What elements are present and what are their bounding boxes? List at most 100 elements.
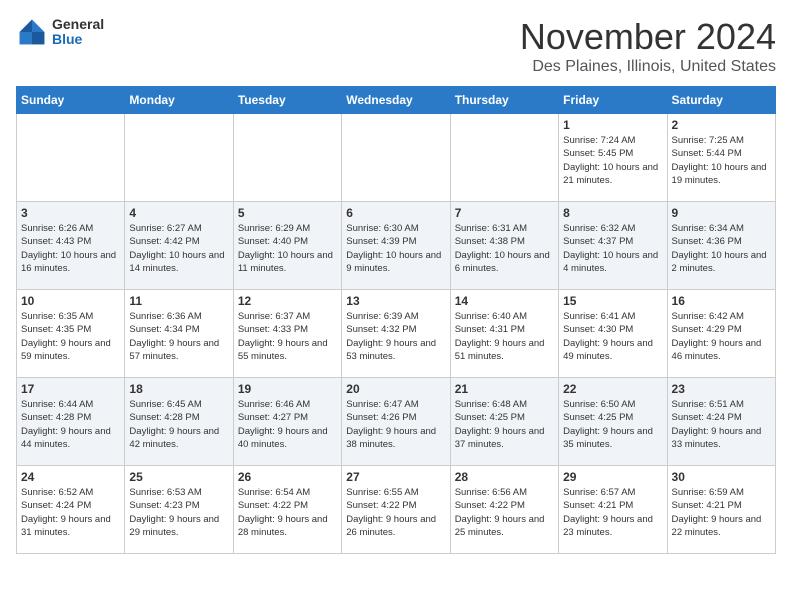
day-info: Sunrise: 6:26 AMSunset: 4:43 PMDaylight:… (21, 222, 120, 275)
calendar-cell: 29 Sunrise: 6:57 AMSunset: 4:21 PMDayligh… (559, 466, 667, 554)
calendar-cell: 16 Sunrise: 6:42 AMSunset: 4:29 PMDayligh… (667, 290, 775, 378)
calendar-cell: 11 Sunrise: 6:36 AMSunset: 4:34 PMDayligh… (125, 290, 233, 378)
logo-icon (16, 16, 48, 48)
day-info: Sunrise: 7:25 AMSunset: 5:44 PMDaylight:… (672, 134, 771, 187)
day-info: Sunrise: 6:53 AMSunset: 4:23 PMDaylight:… (129, 486, 228, 539)
day-number: 13 (346, 294, 445, 308)
day-number: 15 (563, 294, 662, 308)
calendar-cell: 4 Sunrise: 6:27 AMSunset: 4:42 PMDaylight… (125, 202, 233, 290)
calendar-cell (233, 114, 341, 202)
day-info: Sunrise: 6:50 AMSunset: 4:25 PMDaylight:… (563, 398, 662, 451)
day-info: Sunrise: 6:37 AMSunset: 4:33 PMDaylight:… (238, 310, 337, 363)
day-info: Sunrise: 6:40 AMSunset: 4:31 PMDaylight:… (455, 310, 554, 363)
col-header-tuesday: Tuesday (233, 87, 341, 114)
day-info: Sunrise: 6:31 AMSunset: 4:38 PMDaylight:… (455, 222, 554, 275)
day-number: 11 (129, 294, 228, 308)
logo-blue-text: Blue (52, 32, 104, 47)
day-number: 17 (21, 382, 120, 396)
day-number: 9 (672, 206, 771, 220)
day-info: Sunrise: 6:46 AMSunset: 4:27 PMDaylight:… (238, 398, 337, 451)
day-info: Sunrise: 6:57 AMSunset: 4:21 PMDaylight:… (563, 486, 662, 539)
calendar-week-0: 1Sunrise: 7:24 AMSunset: 5:45 PMDaylight… (17, 114, 776, 202)
calendar-cell: 23 Sunrise: 6:51 AMSunset: 4:24 PMDayligh… (667, 378, 775, 466)
day-number: 16 (672, 294, 771, 308)
calendar-cell: 13 Sunrise: 6:39 AMSunset: 4:32 PMDayligh… (342, 290, 450, 378)
col-header-saturday: Saturday (667, 87, 775, 114)
day-number: 29 (563, 470, 662, 484)
calendar-cell: 3 Sunrise: 6:26 AMSunset: 4:43 PMDaylight… (17, 202, 125, 290)
calendar-cell: 30Sunrise: 6:59 AMSunset: 4:21 PMDayligh… (667, 466, 775, 554)
day-number: 19 (238, 382, 337, 396)
calendar-cell: 24 Sunrise: 6:52 AMSunset: 4:24 PMDayligh… (17, 466, 125, 554)
day-info: Sunrise: 6:45 AMSunset: 4:28 PMDaylight:… (129, 398, 228, 451)
day-info: Sunrise: 6:27 AMSunset: 4:42 PMDaylight:… (129, 222, 228, 275)
calendar-cell: 26 Sunrise: 6:54 AMSunset: 4:22 PMDayligh… (233, 466, 341, 554)
day-number: 2 (672, 118, 771, 132)
day-number: 28 (455, 470, 554, 484)
day-number: 12 (238, 294, 337, 308)
calendar-cell: 22Sunrise: 6:50 AMSunset: 4:25 PMDayligh… (559, 378, 667, 466)
day-number: 27 (346, 470, 445, 484)
day-number: 10 (21, 294, 120, 308)
day-info: Sunrise: 6:52 AMSunset: 4:24 PMDaylight:… (21, 486, 120, 539)
day-number: 8 (563, 206, 662, 220)
day-number: 18 (129, 382, 228, 396)
calendar-cell: 6Sunrise: 6:30 AMSunset: 4:39 PMDaylight… (342, 202, 450, 290)
calendar-header-row: SundayMondayTuesdayWednesdayThursdayFrid… (17, 87, 776, 114)
day-number: 3 (21, 206, 120, 220)
day-info: Sunrise: 6:47 AMSunset: 4:26 PMDaylight:… (346, 398, 445, 451)
day-info: Sunrise: 7:24 AMSunset: 5:45 PMDaylight:… (563, 134, 662, 187)
calendar-cell: 25 Sunrise: 6:53 AMSunset: 4:23 PMDayligh… (125, 466, 233, 554)
day-number: 30 (672, 470, 771, 484)
calendar-cell: 5Sunrise: 6:29 AMSunset: 4:40 PMDaylight… (233, 202, 341, 290)
day-info: Sunrise: 6:42 AMSunset: 4:29 PMDaylight:… (672, 310, 771, 363)
col-header-wednesday: Wednesday (342, 87, 450, 114)
calendar-cell: 9 Sunrise: 6:34 AMSunset: 4:36 PMDaylight… (667, 202, 775, 290)
calendar-cell (342, 114, 450, 202)
day-info: Sunrise: 6:39 AMSunset: 4:32 PMDaylight:… (346, 310, 445, 363)
calendar-week-1: 3 Sunrise: 6:26 AMSunset: 4:43 PMDaylight… (17, 202, 776, 290)
day-number: 25 (129, 470, 228, 484)
day-info: Sunrise: 6:34 AMSunset: 4:36 PMDaylight:… (672, 222, 771, 275)
day-number: 20 (346, 382, 445, 396)
page-header: General Blue November 2024 Des Plaines, … (16, 16, 776, 76)
day-info: Sunrise: 6:41 AMSunset: 4:30 PMDaylight:… (563, 310, 662, 363)
day-info: Sunrise: 6:55 AMSunset: 4:22 PMDaylight:… (346, 486, 445, 539)
calendar-cell: 15 Sunrise: 6:41 AMSunset: 4:30 PMDayligh… (559, 290, 667, 378)
calendar-cell (17, 114, 125, 202)
calendar-cell: 8 Sunrise: 6:32 AMSunset: 4:37 PMDaylight… (559, 202, 667, 290)
calendar-cell: 10 Sunrise: 6:35 AMSunset: 4:35 PMDayligh… (17, 290, 125, 378)
day-info: Sunrise: 6:32 AMSunset: 4:37 PMDaylight:… (563, 222, 662, 275)
day-number: 24 (21, 470, 120, 484)
calendar-cell: 14 Sunrise: 6:40 AMSunset: 4:31 PMDayligh… (450, 290, 558, 378)
day-info: Sunrise: 6:36 AMSunset: 4:34 PMDaylight:… (129, 310, 228, 363)
day-info: Sunrise: 6:51 AMSunset: 4:24 PMDaylight:… (672, 398, 771, 451)
day-number: 7 (455, 206, 554, 220)
calendar-cell: 2 Sunrise: 7:25 AMSunset: 5:44 PMDaylight… (667, 114, 775, 202)
calendar-cell (450, 114, 558, 202)
col-header-sunday: Sunday (17, 87, 125, 114)
day-info: Sunrise: 6:35 AMSunset: 4:35 PMDaylight:… (21, 310, 120, 363)
calendar-cell: 12 Sunrise: 6:37 AMSunset: 4:33 PMDayligh… (233, 290, 341, 378)
calendar-cell: 28Sunrise: 6:56 AMSunset: 4:22 PMDayligh… (450, 466, 558, 554)
day-info: Sunrise: 6:54 AMSunset: 4:22 PMDaylight:… (238, 486, 337, 539)
title-block: November 2024 Des Plaines, Illinois, Uni… (520, 16, 776, 76)
calendar-week-2: 10 Sunrise: 6:35 AMSunset: 4:35 PMDayligh… (17, 290, 776, 378)
calendar-cell: 20 Sunrise: 6:47 AMSunset: 4:26 PMDayligh… (342, 378, 450, 466)
day-info: Sunrise: 6:44 AMSunset: 4:28 PMDaylight:… (21, 398, 120, 451)
calendar-cell: 7 Sunrise: 6:31 AMSunset: 4:38 PMDaylight… (450, 202, 558, 290)
calendar-week-3: 17 Sunrise: 6:44 AMSunset: 4:28 PMDayligh… (17, 378, 776, 466)
calendar-cell (125, 114, 233, 202)
logo-general-text: General (52, 17, 104, 32)
day-number: 6 (346, 206, 445, 220)
day-number: 23 (672, 382, 771, 396)
calendar-cell: 19 Sunrise: 6:46 AMSunset: 4:27 PMDayligh… (233, 378, 341, 466)
location-text: Des Plaines, Illinois, United States (520, 58, 776, 76)
month-title: November 2024 (520, 16, 776, 58)
day-number: 14 (455, 294, 554, 308)
day-number: 26 (238, 470, 337, 484)
col-header-monday: Monday (125, 87, 233, 114)
day-number: 4 (129, 206, 228, 220)
day-info: Sunrise: 6:29 AMSunset: 4:40 PMDaylight:… (238, 222, 337, 275)
calendar-cell: 18 Sunrise: 6:45 AMSunset: 4:28 PMDayligh… (125, 378, 233, 466)
